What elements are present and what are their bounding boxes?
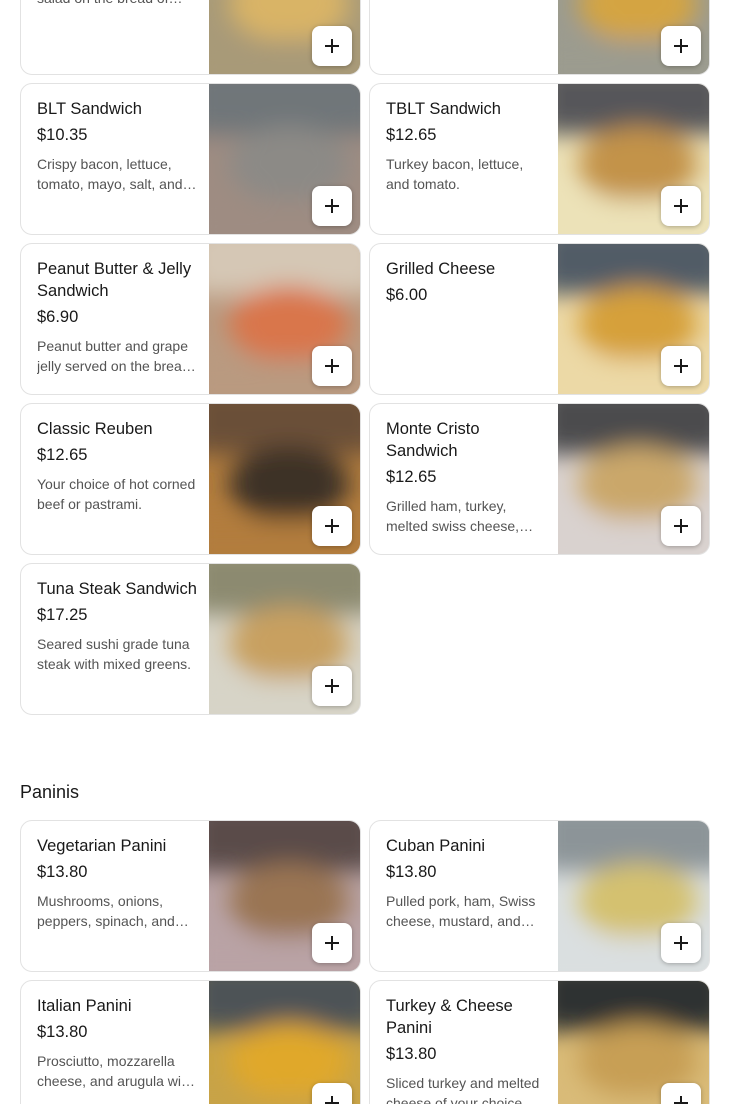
add-to-cart-button[interactable] xyxy=(661,1083,701,1104)
menu-item-name: Italian Panini xyxy=(37,997,132,1015)
menu-item-description: Peanut butter and grape jelly served on … xyxy=(37,338,190,374)
menu-item-description: Prosciutto, mozzarella cheese, and arugu… xyxy=(37,1053,193,1089)
menu-item-description: Your choice of hot corned beef or pastra… xyxy=(37,476,196,512)
menu-item-price: $6.00 xyxy=(386,286,428,304)
menu-item-card-cuban-panini[interactable]: Cuban Panini $13.80 Pulled pork, ham, Swis… xyxy=(369,820,710,972)
menu-item-name: Grilled Cheese xyxy=(386,260,496,278)
menu-item-card-peanut-butter-jelly-sandwich[interactable]: Peanut Butter & Jelly Sandwich $6.90 Peanu… xyxy=(20,243,361,395)
menu-page: $11.50Fresh made chicken salad on the br… xyxy=(0,0,750,1104)
menu-item-info: Italian Panini $13.80 Prosciutto, mozzarel… xyxy=(37,995,197,1091)
menu-item-card-tblt-sandwich[interactable]: TBLT Sandwich $12.65 Turkey bacon, lettuce… xyxy=(369,83,710,235)
menu-item-card-italian-panini[interactable]: Italian Panini $13.80 Prosciutto, mozzarel… xyxy=(20,980,361,1104)
menu-item-name: Vegetarian Panini xyxy=(37,837,167,855)
menu-item-info: Vegetarian Panini $13.80 Mushrooms, onions… xyxy=(37,835,197,931)
plus-icon xyxy=(325,679,339,693)
menu-item-price: $17.25 xyxy=(37,606,88,624)
menu-item-description: Crispy bacon, lettuce, tomato, mayo, sal… xyxy=(37,156,183,192)
menu-item-card-vegetarian-panini[interactable]: Vegetarian Panini $13.80 Mushrooms, onions… xyxy=(20,820,361,972)
menu-item-info: Monte Cristo Sandwich $12.65 Grilled ham, … xyxy=(386,418,546,536)
plus-icon xyxy=(674,199,688,213)
plus-icon xyxy=(325,39,339,53)
menu-item-name: BLT Sandwich xyxy=(37,100,142,118)
add-to-cart-button[interactable] xyxy=(661,506,701,546)
menu-item-price: $10.35 xyxy=(37,126,88,144)
menu-item-info: Peanut Butter & Jelly Sandwich $6.90 Peanu… xyxy=(37,258,197,376)
menu-item-price: $12.65 xyxy=(386,468,437,486)
menu-item-card-blt-sandwich[interactable]: BLT Sandwich $10.35 Crispy bacon, lettuce,… xyxy=(20,83,361,235)
menu-item-info: Turkey & Cheese Panini $13.80 Sliced turke… xyxy=(386,995,546,1104)
menu-item-description: Pulled pork, ham, Swiss cheese, mustard,… xyxy=(386,893,536,929)
menu-item-info: BLT Sandwich $10.35 Crispy bacon, lettuce,… xyxy=(37,98,197,194)
add-to-cart-button[interactable] xyxy=(312,506,352,546)
menu-item-info: Classic Reuben $12.65 Your choice of hot c… xyxy=(37,418,197,514)
menu-item-price: $13.80 xyxy=(37,1023,88,1041)
menu-item-card-monte-cristo-sandwich[interactable]: Monte Cristo Sandwich $12.65 Grilled ham, … xyxy=(369,403,710,555)
menu-item-name: Classic Reuben xyxy=(37,420,153,438)
section-title-paninis: Paninis xyxy=(20,782,80,802)
menu-item-card-tuna-steak-sandwich[interactable]: Tuna Steak Sandwich $17.25 Seared sushi gr… xyxy=(20,563,361,715)
plus-icon xyxy=(674,1096,688,1104)
menu-item-description: Turkey bacon, lettuce, and tomato. xyxy=(386,156,524,192)
menu-item-info: $11.50Fresh made chicken salad on the br… xyxy=(37,0,197,8)
menu-item-name: Tuna Steak Sandwich xyxy=(37,580,197,598)
plus-icon xyxy=(674,359,688,373)
add-to-cart-button[interactable] xyxy=(312,346,352,386)
add-to-cart-button[interactable] xyxy=(661,186,701,226)
menu-item-card-classic-reuben[interactable]: Classic Reuben $12.65 Your choice of hot c… xyxy=(20,403,361,555)
menu-item-card-item-1[interactable]: Freshly made egg salad on the bread of y… xyxy=(369,0,710,75)
menu-item-name: Peanut Butter & Jelly Sandwich xyxy=(37,260,192,300)
add-to-cart-button[interactable] xyxy=(312,666,352,706)
menu-item-card-turkey-cheese-panini[interactable]: Turkey & Cheese Panini $13.80 Sliced turke… xyxy=(369,980,710,1104)
menu-item-description: Fresh made chicken salad on the bread of… xyxy=(37,0,197,8)
menu-item-name: Turkey & Cheese Panini xyxy=(386,997,513,1037)
plus-icon xyxy=(325,359,339,373)
menu-item-card-grilled-cheese[interactable]: Grilled Cheese $6.00 xyxy=(369,243,710,395)
menu-item-price: $12.65 xyxy=(37,446,88,464)
menu-item-price: $6.90 xyxy=(37,308,79,326)
menu-item-description: Sliced turkey and melted cheese of your … xyxy=(386,1075,540,1104)
add-to-cart-button[interactable] xyxy=(661,923,701,963)
menu-item-description: Grilled ham, turkey, melted swiss cheese… xyxy=(386,498,520,534)
menu-item-name: Cuban Panini xyxy=(386,837,486,855)
plus-icon xyxy=(325,199,339,213)
add-to-cart-button[interactable] xyxy=(661,26,701,66)
add-to-cart-button[interactable] xyxy=(661,346,701,386)
menu-item-price: $13.80 xyxy=(37,863,88,881)
add-to-cart-button[interactable] xyxy=(312,1083,352,1104)
menu-item-info: TBLT Sandwich $12.65 Turkey bacon, lettuce… xyxy=(386,98,546,194)
menu-item-info: Grilled Cheese $6.00 xyxy=(386,258,546,306)
plus-icon xyxy=(674,39,688,53)
menu-item-price: $12.65 xyxy=(386,126,437,144)
menu-item-price: $13.80 xyxy=(386,863,437,881)
add-to-cart-button[interactable] xyxy=(312,26,352,66)
plus-icon xyxy=(325,1096,339,1104)
menu-item-card-item-0[interactable]: $11.50Fresh made chicken salad on the br… xyxy=(20,0,361,75)
plus-icon xyxy=(674,519,688,533)
plus-icon xyxy=(325,936,339,950)
add-to-cart-button[interactable] xyxy=(312,923,352,963)
menu-item-info: Tuna Steak Sandwich $17.25 Seared sushi gr… xyxy=(37,578,197,674)
menu-item-name: Monte Cristo Sandwich xyxy=(386,420,480,460)
plus-icon xyxy=(325,519,339,533)
add-to-cart-button[interactable] xyxy=(312,186,352,226)
menu-item-price: $13.80 xyxy=(386,1045,437,1063)
menu-item-description: Mushrooms, onions, peppers, spinach, and… xyxy=(37,893,175,929)
menu-item-info: Cuban Panini $13.80 Pulled pork, ham, Swis… xyxy=(386,835,546,931)
menu-item-description: Seared sushi grade tuna steak with mixed… xyxy=(37,636,192,672)
plus-icon xyxy=(674,936,688,950)
menu-item-name: TBLT Sandwich xyxy=(386,100,501,118)
